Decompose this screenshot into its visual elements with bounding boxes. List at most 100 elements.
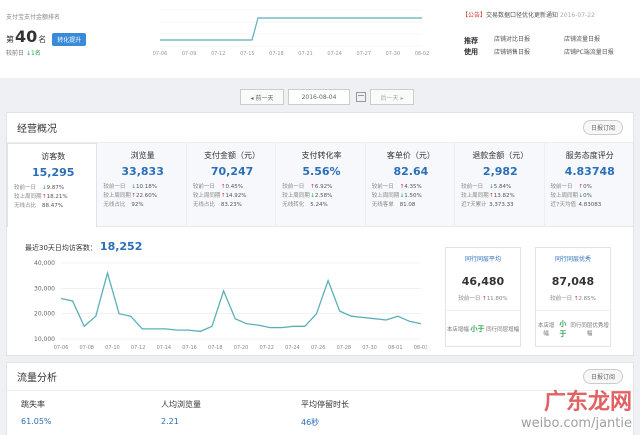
metric-row-value: 5.24% xyxy=(310,202,328,208)
rank-note-prefix: 较前日 xyxy=(6,50,25,57)
rank-trend-x-tick: 07-09 xyxy=(182,51,197,57)
recommend-title: 推荐 使用 xyxy=(464,36,478,58)
metric-row-value: 2.58% xyxy=(314,193,333,199)
x-tick-label: 08-01 xyxy=(388,345,403,351)
calendar-icon[interactable] xyxy=(356,92,366,102)
rank-trend-x-tick: 07-12 xyxy=(211,51,226,57)
metric-cell[interactable]: 客单价（元） 82.64 较前一日 ↑ 4.35% 较上周同期 ↓ 1.50% 无线客单 81.0… xyxy=(366,143,456,227)
metric-row-value: 92% xyxy=(131,202,144,208)
x-tick-label: 07-14 xyxy=(157,345,172,351)
x-tick-label: 07-24 xyxy=(285,345,300,351)
metric-cell[interactable]: 支付转化率 5.56% 较前一日 ↑ 6.92% 较上周同期 ↓ 2.58% 无线转化 5.24% xyxy=(276,143,366,227)
metric-row-value: 13.82% xyxy=(493,193,515,199)
next-day-button[interactable]: 后一天 ▸ xyxy=(370,89,414,105)
metric-row-value: 9.87% xyxy=(46,185,65,191)
metric-row: 较前一日 ↓ 5.84% xyxy=(461,183,539,192)
metric-row-value: 0% xyxy=(583,193,592,199)
metric-row-value: 4.83083 xyxy=(578,202,602,208)
recommend-link[interactable]: 店铺销售日报 xyxy=(494,47,564,56)
card-value: 87,048 xyxy=(551,275,595,288)
metric-row-value: 1.50% xyxy=(404,193,422,199)
date-value: 2016-08-04 xyxy=(301,93,337,101)
subscribe-report-button[interactable]: 日报订阅 xyxy=(582,120,623,135)
card-title: 同行同层优秀 xyxy=(554,256,591,263)
metric-row: 较前一日 ↑ 0.45% xyxy=(193,183,271,192)
metric-row-label: 较上周同期 xyxy=(461,193,489,199)
date-picker[interactable]: 2016-08-04 xyxy=(288,89,350,105)
rank-trend-x-tick: 07-21 xyxy=(298,51,313,57)
metric-cell[interactable]: 支付金额（元） 70,247 较前一日 ↑ 0.45% 较上周同期 ↑ 14.92% 无线占比 8… xyxy=(187,143,277,227)
metric-cell[interactable]: 访客数 15,295 较前一日 ↓ 9.87% 较上周同期 ↑ 18.21% 无线占比 88.47… xyxy=(7,143,98,227)
metric-cell[interactable]: 浏览量 33,833 较前一日 ↓ 10.18% 较上周同期 ↑ 22.60% 无线占比 92% xyxy=(97,143,187,227)
card-compare-value: 2.85% xyxy=(578,296,596,302)
metric-row: 无线转化 5.24% xyxy=(282,201,360,210)
metric-row-value: 14.92% xyxy=(225,193,247,199)
recommend-links: 店铺对比日报 店铺流量日报 店铺销售日报 店铺PC端流量日报 xyxy=(494,34,634,56)
traffic-metric-label: 跳失率 xyxy=(21,400,45,409)
metric-rows: 较前一日 ↑ 0.45% 较上周同期 ↑ 14.92% 无线占比 83.23% xyxy=(193,183,271,210)
metric-row-label: 较前一日 xyxy=(192,184,215,190)
rank-trend-x-tick: 08-02 xyxy=(415,51,430,57)
metric-value: 4.83748 xyxy=(564,165,615,178)
metric-row: 无线占比 92% xyxy=(103,201,181,210)
overview-header: 经营概况 日报订阅 xyxy=(7,113,633,143)
card-compare: 较前一日 ↑11.80% xyxy=(446,294,520,302)
metric-row-value: 83.23% xyxy=(220,202,242,208)
metric-rows: 较前一日 ↓ 10.18% 较上周同期 ↑ 22.60% 无线占比 92% xyxy=(103,183,181,210)
metric-cell[interactable]: 服务态度评分 4.83748 较前一日 ↑ 0% 较上周同期 ↓ 0% 近7天均值 4.83083 xyxy=(545,143,633,227)
metric-row-label: 无线占比 xyxy=(14,203,37,209)
avg-stay-time[interactable]: 平均停留时长 46秒 xyxy=(287,399,427,428)
prev-day-button[interactable]: ◂ 前一天 xyxy=(240,89,284,105)
watermark-url: weibo.com/jantie xyxy=(520,416,632,431)
bounce-rate[interactable]: 跳失率 61.05% xyxy=(7,399,147,428)
card-footer-badge: 小于 xyxy=(559,319,567,338)
recommend-link[interactable]: 店铺流量日报 xyxy=(564,34,634,43)
announcement-text: 交易数据口径优化更新通知 xyxy=(486,12,559,19)
x-tick-label: 07-18 xyxy=(208,345,223,351)
y-tick-label: 10,000 xyxy=(34,336,55,343)
metric-row-label: 较前一日 xyxy=(461,184,484,190)
metric-row-value: 4.35% xyxy=(404,184,422,190)
metric-row-label: 较前一日 xyxy=(14,185,37,191)
metric-row-label: 较前一日 xyxy=(550,184,573,190)
rank-prefix: 第 xyxy=(6,35,14,44)
metric-value: 5.56% xyxy=(302,165,341,178)
metric-cell[interactable]: 退款金额（元） 2,982 较前一日 ↓ 5.84% 较上周同期 ↑ 13.82% 近7天累计 3… xyxy=(455,143,545,227)
recommend-link[interactable]: 店铺对比日报 xyxy=(494,34,564,43)
date-navigator: ◂ 前一天 2016-08-04 后一天 ▸ xyxy=(240,89,414,105)
visitors-line-chart: 40,000 30,000 20,000 10,000 07-06 07-08 07-10 0… xyxy=(34,260,427,351)
y-tick-label: 30,000 xyxy=(34,285,55,292)
rank-suffix: 名 xyxy=(38,35,47,44)
rank-label: 支付宝支付金额排名 xyxy=(6,14,61,21)
metric-rows: 较前一日 ↓ 5.84% 较上周同期 ↑ 13.82% 近7天累计 3,373.33 xyxy=(461,183,539,210)
rank-improve-button[interactable]: 转化提升 xyxy=(52,33,87,46)
traffic-metric-value: 61.05% xyxy=(21,417,52,426)
metric-row: 较前一日 ↓ 10.18% xyxy=(103,183,181,192)
metric-row: 较上周同期 ↑ 14.92% xyxy=(193,192,271,201)
rank-trend-x-tick: 07-15 xyxy=(240,51,255,57)
metric-row: 较上周同期 ↓ 1.50% xyxy=(372,192,450,201)
recommend-title-line1: 推荐 xyxy=(464,37,478,45)
metric-value: 2,982 xyxy=(482,165,518,178)
x-tick-label: 07-30 xyxy=(362,345,377,351)
rank-trend-x-tick: 07-18 xyxy=(269,51,284,57)
watermark-brand: 广东龙网 xyxy=(543,389,632,415)
metric-rows: 较前一日 ↑ 0% 较上周同期 ↓ 0% 近7天均值 4.83083 xyxy=(551,183,629,210)
x-tick-label: 07-20 xyxy=(234,345,249,351)
pageviews-per-visitor[interactable]: 人均浏览量 2.21 xyxy=(147,399,287,428)
x-tick-label: 08-03 xyxy=(414,345,427,351)
card-footer-left: 本店增幅 xyxy=(446,326,469,333)
rank-trend-line xyxy=(160,17,422,41)
announcement[interactable]: 【公告】交易数据口径优化更新通知 2016-07-22 xyxy=(462,10,640,19)
traffic-subscribe-button[interactable]: 日报订阅 xyxy=(582,369,623,384)
metric-row: 较上周同期 ↑ 18.21% xyxy=(14,193,92,202)
traffic-metric-label: 平均停留时长 xyxy=(301,400,349,409)
metric-row: 近7天累计 3,373.33 xyxy=(461,201,539,210)
y-tick-label: 40,000 xyxy=(34,260,55,267)
metric-row-label: 较上周同期 xyxy=(550,193,579,199)
card-value: 46,480 xyxy=(461,275,505,288)
metric-rows: 较前一日 ↑ 6.92% 较上周同期 ↓ 2.58% 无线转化 5.24% xyxy=(282,183,360,210)
recommend-link[interactable]: 店铺PC端流量日报 xyxy=(564,47,634,56)
card-footer: 本店增幅 小于 同行同层增幅 xyxy=(446,310,520,346)
metric-label: 支付金额（元） xyxy=(204,151,261,160)
